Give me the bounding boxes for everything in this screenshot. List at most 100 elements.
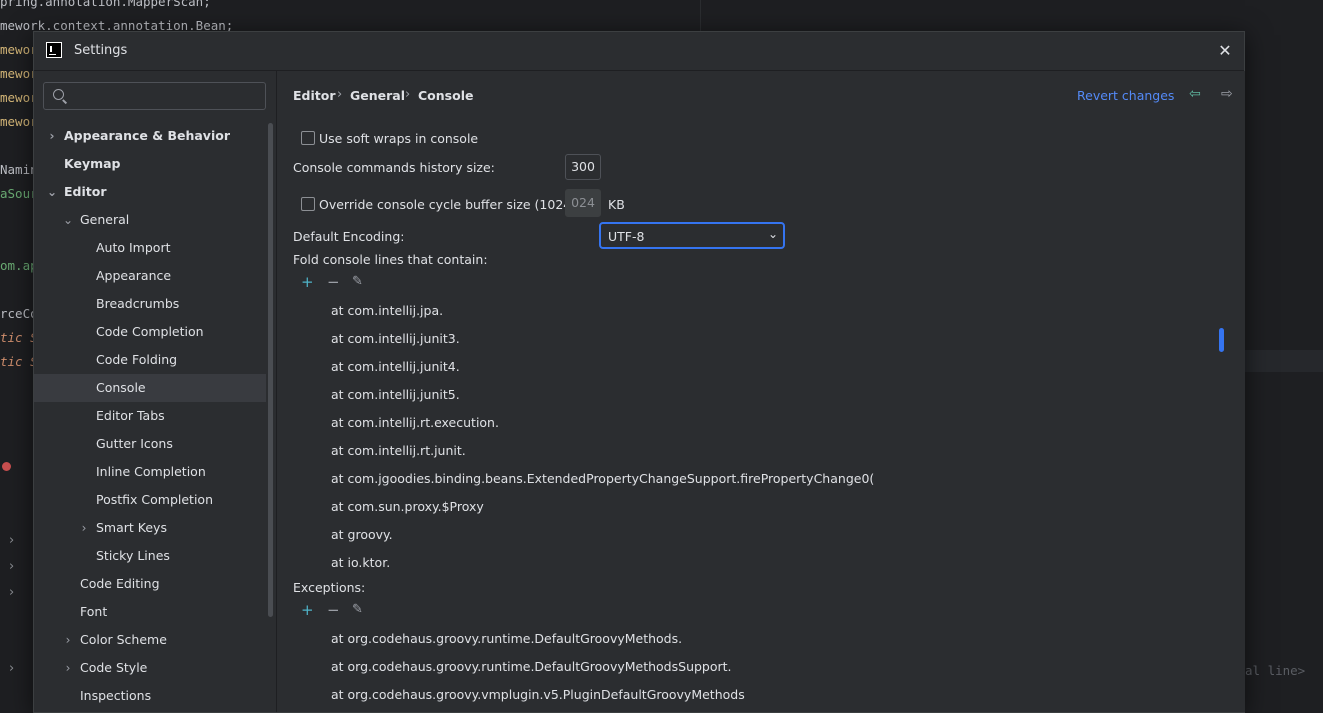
list-item[interactable]: at com.intellij.junit3.: [331, 331, 460, 346]
settings-sidebar: › Appearance & Behavior Keymap ⌄ Editor ⌄ Gene…: [34, 71, 275, 712]
tree-item-inline-completion[interactable]: Inline Completion: [34, 458, 266, 486]
list-item[interactable]: at com.intellij.junit5.: [331, 387, 460, 402]
tree-item-sticky-lines[interactable]: Sticky Lines: [34, 542, 266, 570]
forward-arrow-icon[interactable]: ⇨: [1221, 86, 1233, 102]
add-fold-pattern-icon[interactable]: +: [301, 273, 314, 291]
tree-item-breadcrumbs[interactable]: Breadcrumbs: [34, 290, 266, 318]
tree-item-inspections[interactable]: Inspections: [34, 682, 266, 710]
tree-item-auto-import[interactable]: Auto Import: [34, 234, 266, 262]
tree-item-code-folding[interactable]: Code Folding: [34, 346, 266, 374]
tree-item-label: Console: [96, 380, 146, 395]
default-encoding-select[interactable]: UTF-8 ⌄: [599, 222, 785, 249]
edit-exception-icon[interactable]: ✎: [352, 602, 363, 617]
search-input[interactable]: [72, 87, 261, 107]
list-item[interactable]: at com.intellij.junit4.: [331, 359, 460, 374]
tree-item-label: Breadcrumbs: [96, 296, 180, 311]
list-item[interactable]: at com.intellij.jpa.: [331, 303, 443, 318]
default-encoding-label: Default Encoding:: [293, 229, 405, 244]
chevron-right-icon[interactable]: ›: [78, 514, 90, 542]
tree-item-editor[interactable]: ⌄ Editor: [34, 178, 266, 206]
remove-exception-icon[interactable]: −: [327, 601, 340, 619]
list-item[interactable]: at com.sun.proxy.$Proxy: [331, 499, 484, 514]
tree-item-color-scheme[interactable]: › Color Scheme: [34, 626, 266, 654]
tree-item-general[interactable]: ⌄ General: [34, 206, 266, 234]
chevron-right-icon[interactable]: ›: [62, 626, 74, 654]
soft-wraps-label: Use soft wraps in console: [319, 131, 479, 146]
breadcrumb-separator: ›: [405, 87, 411, 102]
tree-item-font[interactable]: Font: [34, 598, 266, 626]
list-item[interactable]: at org.codehaus.groovy.runtime.DefaultGr…: [331, 631, 682, 646]
remove-fold-pattern-icon[interactable]: −: [327, 273, 340, 291]
encoding-value: UTF-8: [608, 229, 645, 244]
tree-item-code-style[interactable]: › Code Style: [34, 654, 266, 682]
tree-item-code-editing[interactable]: Code Editing: [34, 570, 266, 598]
tree-item-label: Sticky Lines: [96, 548, 170, 563]
close-icon[interactable]: ✕: [1214, 40, 1236, 62]
tree-item-label: Color Scheme: [80, 632, 167, 647]
gutter-chevron-icon[interactable]: ›: [9, 533, 14, 548]
buffer-size-input[interactable]: 024: [565, 189, 601, 217]
override-buffer-label: Override console cycle buffer size (1024…: [319, 197, 597, 212]
tree-item-label: Appearance & Behavior: [64, 128, 230, 143]
add-exception-icon[interactable]: +: [301, 601, 314, 619]
override-buffer-checkbox[interactable]: [301, 197, 315, 211]
settings-dialog: Settings ✕ › Appearance & Behavior Keymap ⌄…: [33, 31, 1245, 713]
soft-wraps-checkbox[interactable]: [301, 131, 315, 145]
background-hint-text: al line>: [1245, 663, 1306, 678]
back-arrow-icon[interactable]: ⇦: [1189, 86, 1201, 102]
background-code-line: pring.annotation.MapperScan;: [0, 0, 211, 9]
tree-item-gutter-icons[interactable]: Gutter Icons: [34, 430, 266, 458]
intellij-app-icon: [46, 42, 62, 58]
background-line-highlight: [1243, 350, 1323, 372]
tree-item-smart-keys[interactable]: › Smart Keys: [34, 514, 266, 542]
chevron-down-icon[interactable]: ⌄: [46, 178, 58, 206]
background-code-line: mewor: [0, 114, 38, 129]
buffer-size-unit: KB: [608, 197, 625, 212]
tree-item-label: Font: [80, 604, 108, 619]
history-size-label: Console commands history size:: [293, 160, 495, 175]
tree-item-code-completion[interactable]: Code Completion: [34, 318, 266, 346]
tree-item-label: Gutter Icons: [96, 436, 173, 451]
tree-item-label: Keymap: [64, 156, 121, 171]
tree-item-editor-tabs[interactable]: Editor Tabs: [34, 402, 266, 430]
tree-item-keymap[interactable]: Keymap: [34, 150, 266, 178]
gutter-chevron-icon[interactable]: ›: [9, 559, 14, 574]
background-code-line: mewor: [0, 66, 38, 81]
list-item[interactable]: at groovy.: [331, 527, 393, 542]
tree-item-postfix-completion[interactable]: Postfix Completion: [34, 486, 266, 514]
list-item[interactable]: at com.intellij.rt.junit.: [331, 443, 466, 458]
gutter-chevron-icon[interactable]: ›: [9, 661, 14, 676]
breadcrumb-separator: ›: [337, 87, 343, 102]
tree-item-appearance-behavior[interactable]: › Appearance & Behavior: [34, 122, 266, 150]
settings-search-box[interactable]: [43, 82, 266, 110]
background-code-line: tic S: [0, 354, 38, 369]
chevron-right-icon[interactable]: ›: [62, 654, 74, 682]
breakpoint-icon[interactable]: [2, 462, 11, 471]
edit-fold-pattern-icon[interactable]: ✎: [352, 274, 363, 289]
list-item[interactable]: at com.intellij.rt.execution.: [331, 415, 499, 430]
exceptions-label: Exceptions:: [293, 580, 366, 595]
list-item[interactable]: at com.jgoodies.binding.beans.ExtendedPr…: [331, 471, 874, 486]
breadcrumb-general[interactable]: General: [350, 88, 405, 103]
tree-item-console[interactable]: Console: [34, 374, 266, 402]
history-size-input[interactable]: 300: [565, 154, 601, 180]
settings-content: Editor › General › Console Revert change…: [276, 71, 1245, 712]
background-code-line: om.ap: [0, 258, 38, 273]
breadcrumb-editor[interactable]: Editor: [293, 88, 336, 103]
list-item[interactable]: at io.ktor.: [331, 555, 390, 570]
revert-changes-link[interactable]: Revert changes: [1077, 88, 1174, 103]
chevron-down-icon[interactable]: ⌄: [62, 206, 74, 234]
sidebar-scrollbar[interactable]: [268, 123, 273, 617]
background-code-line: mewor: [0, 90, 38, 105]
dialog-title: Settings: [74, 43, 128, 58]
search-icon: [53, 89, 64, 100]
settings-tree: › Appearance & Behavior Keymap ⌄ Editor ⌄ Gene…: [34, 122, 266, 710]
background-code-line: mewor: [0, 42, 38, 57]
tree-item-label: Inline Completion: [96, 464, 206, 479]
gutter-chevron-icon[interactable]: ›: [9, 585, 14, 600]
list-item[interactable]: at org.codehaus.groovy.vmplugin.v5.Plugi…: [331, 687, 745, 702]
tree-item-appearance[interactable]: Appearance: [34, 262, 266, 290]
content-scrollbar[interactable]: [1219, 328, 1224, 352]
list-item[interactable]: at org.codehaus.groovy.runtime.DefaultGr…: [331, 659, 732, 674]
chevron-right-icon[interactable]: ›: [46, 122, 58, 150]
